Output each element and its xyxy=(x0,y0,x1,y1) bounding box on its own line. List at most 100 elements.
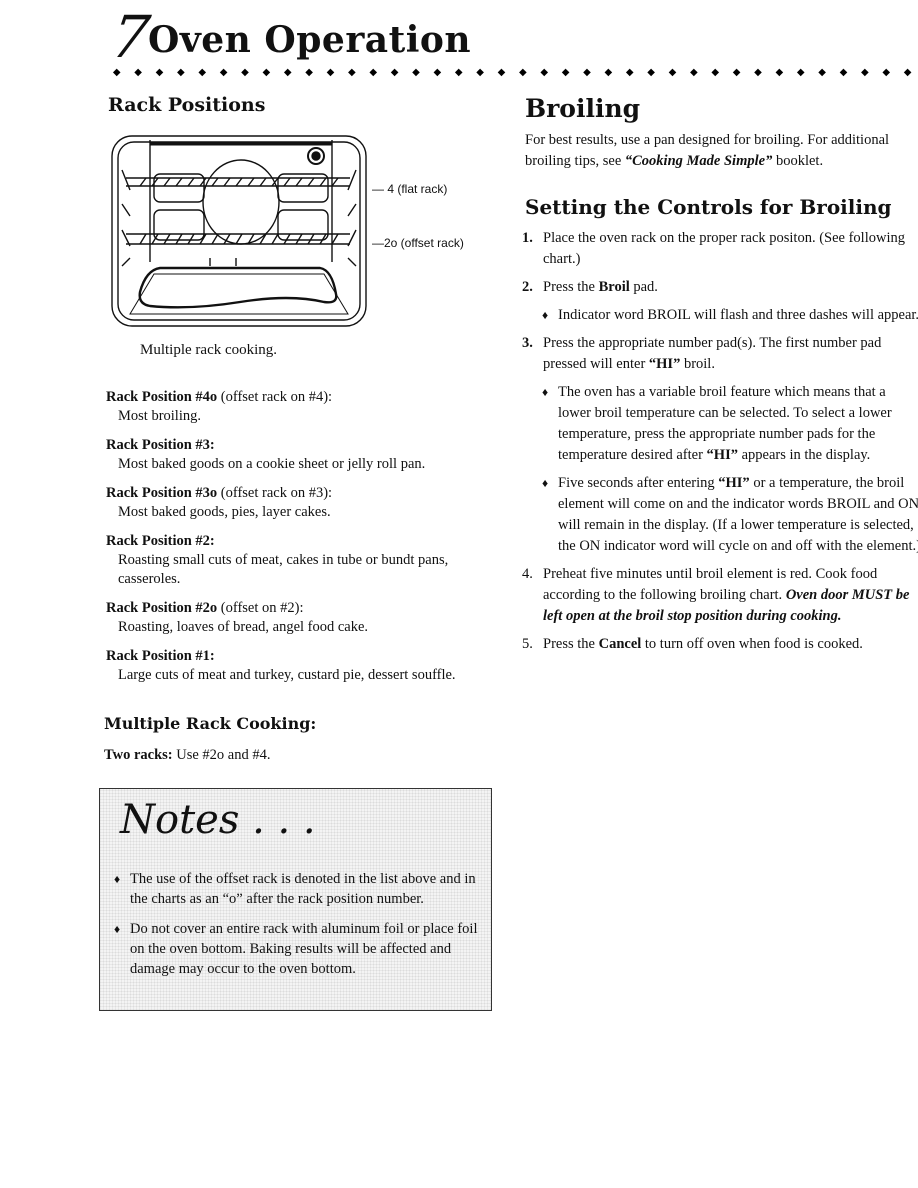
booklet-title: “Cooking Made Simple” xyxy=(624,153,773,169)
diamond-icon: ◆ xyxy=(497,67,506,78)
rack-item-description: Most broiling. xyxy=(118,408,201,424)
diamond-icon: ◆ xyxy=(903,67,912,78)
diamond-icon: ◆ xyxy=(433,67,442,78)
rack-item: Rack Position #4o (offset rack on #4): M… xyxy=(106,388,506,426)
step-number: 1. xyxy=(522,230,533,246)
diamond-icon: ◆ xyxy=(625,67,634,78)
broiling-intro-line2: broiling tips, see xyxy=(525,153,625,169)
note-item: ♦ Do not cover an entire rack with alumi… xyxy=(114,919,479,979)
note-text: Do not cover an entire rack with aluminu… xyxy=(130,921,478,977)
broiling-intro-line1: For best results, use a pan designed for… xyxy=(525,132,890,148)
diamond-icon: ◆ xyxy=(347,67,356,78)
rack-top-wires xyxy=(139,177,339,187)
diamond-icon: ◆ xyxy=(711,67,720,78)
diamond-icon: ◆ xyxy=(689,67,698,78)
rack-item: Rack Position #1: Large cuts of meat and… xyxy=(106,647,506,685)
rack-label-offset: —2o (offset rack) xyxy=(372,236,464,250)
diamond-bullet-icon: ♦ xyxy=(114,922,121,936)
note-text: Indicator word BROIL will flash and thre… xyxy=(558,307,918,323)
rack-item: Rack Position #2: Roasting small cuts of… xyxy=(106,532,506,589)
two-racks-label: Two racks: xyxy=(104,747,173,763)
chapter-number: 7 xyxy=(107,3,154,71)
diamond-icon: ◆ xyxy=(283,67,292,78)
two-racks-text: Use #2o and #4. xyxy=(172,747,271,763)
diamond-icon: ◆ xyxy=(369,67,378,78)
rack-item: Rack Position #3: Most baked goods on a … xyxy=(106,436,506,474)
diamond-icon: ◆ xyxy=(241,67,249,78)
notes-title: Notes . . . xyxy=(120,797,316,843)
diamond-icon: ◆ xyxy=(518,67,527,78)
rack-item-title: Rack Position #2o xyxy=(106,600,218,616)
rack-item: Rack Position #3o (offset rack on #3): M… xyxy=(106,484,506,522)
step-3-note-2: ♦ Five seconds after entering “HI” or a … xyxy=(542,473,918,557)
diamond-icon: ◆ xyxy=(754,67,762,78)
rack-label-flat: — 4 (flat rack) xyxy=(372,182,448,196)
notes-list: ♦ The use of the offset rack is denoted … xyxy=(114,869,479,989)
step-text: Press the xyxy=(543,279,599,295)
broil-pad-label: Broil xyxy=(598,279,630,295)
diamond-icon: ◆ xyxy=(112,67,121,78)
note-text: The use of the offset rack is denoted in… xyxy=(130,871,476,907)
broiling-steps: 1. Place the oven rack on the proper rac… xyxy=(522,228,918,662)
diamond-icon: ◆ xyxy=(262,67,271,78)
setting-controls-heading: Setting the Controls for Broiling xyxy=(525,195,892,219)
step-text-end: pad. xyxy=(629,279,658,295)
step-text: Press the xyxy=(543,636,599,652)
rack-item-qualifier: (offset on #2): xyxy=(217,600,304,616)
element-terminals xyxy=(209,258,237,266)
rack-item-description: Roasting, loaves of bread, angel food ca… xyxy=(118,619,369,635)
hi-label: “HI” xyxy=(706,447,738,463)
diamond-bullet-icon: ♦ xyxy=(542,476,549,490)
rack-item-description: Large cuts of meat and turkey, custard p… xyxy=(118,667,456,683)
diamond-icon: ◆ xyxy=(412,67,420,78)
rack-item-title: Rack Position #3o xyxy=(106,485,218,501)
broiling-heading: Broiling xyxy=(525,94,641,123)
diamond-icon: ◆ xyxy=(176,67,185,78)
diamond-icon: ◆ xyxy=(668,67,677,78)
step-text-end: broil. xyxy=(680,356,715,372)
step-number: 2. xyxy=(522,279,533,295)
rack-positions-heading: Rack Positions xyxy=(108,94,266,116)
step-number: 4. xyxy=(522,566,533,582)
two-racks-line: Two racks: Use #2o and #4. xyxy=(104,747,270,764)
rack-item-description: Most baked goods, pies, layer cakes. xyxy=(118,504,331,520)
diamond-icon: ◆ xyxy=(305,67,313,78)
rack-position-list: Rack Position #4o (offset rack on #4): M… xyxy=(106,388,506,695)
step-4: 4. Preheat five minutes until broil elem… xyxy=(522,564,918,627)
hi-label: “HI” xyxy=(718,475,750,491)
step-text: Place the oven rack on the proper rack p… xyxy=(543,230,905,267)
rack-item-title: Rack Position #3: xyxy=(106,437,215,453)
cancel-pad-label: Cancel xyxy=(598,636,642,652)
rack-item-description: Roasting small cuts of meat, cakes in tu… xyxy=(118,552,449,587)
broiling-intro: For best results, use a pan designed for… xyxy=(525,130,918,172)
diamond-icon: ◆ xyxy=(134,67,142,78)
cavity-panel xyxy=(277,209,329,241)
diamond-icon: ◆ xyxy=(390,67,399,78)
rack-item-title: Rack Position #1: xyxy=(106,648,215,664)
rack-item: Rack Position #2o (offset on #2): Roasti… xyxy=(106,599,506,637)
diamond-bullet-icon: ♦ xyxy=(542,385,549,399)
multiple-rack-heading: Multiple Rack Cooking: xyxy=(104,714,317,733)
rack-item-title: Rack Position #4o xyxy=(106,389,218,405)
diamond-icon: ◆ xyxy=(476,67,484,78)
note-item: ♦ The use of the offset rack is denoted … xyxy=(114,869,479,909)
diamond-icon: ◆ xyxy=(583,67,591,78)
diagram-caption: Multiple rack cooking. xyxy=(140,342,278,358)
diamond-bullet-icon: ♦ xyxy=(114,872,121,886)
diamond-icon: ◆ xyxy=(326,67,335,78)
step-text-end: to turn off oven when food is cooked. xyxy=(641,636,863,652)
oven-rack-diagram xyxy=(110,134,370,330)
diamond-icon: ◆ xyxy=(839,67,848,78)
rack-item-qualifier: (offset rack on #3): xyxy=(217,485,333,501)
hi-label: “HI” xyxy=(648,356,681,372)
diamond-icon: ◆ xyxy=(882,67,891,78)
step-number: 3. xyxy=(522,335,533,351)
step-3-note-1: ♦ The oven has a variable broil feature … xyxy=(542,382,918,466)
diamond-icon: ◆ xyxy=(860,67,869,78)
diamond-bullet-icon: ♦ xyxy=(542,308,549,322)
chapter-title: Oven Operation xyxy=(148,19,472,61)
note-text-end: appears in the display. xyxy=(737,447,871,463)
oven-light-bulb xyxy=(311,151,321,161)
rack-top xyxy=(126,177,350,187)
rack-bottom-wires xyxy=(139,233,339,245)
